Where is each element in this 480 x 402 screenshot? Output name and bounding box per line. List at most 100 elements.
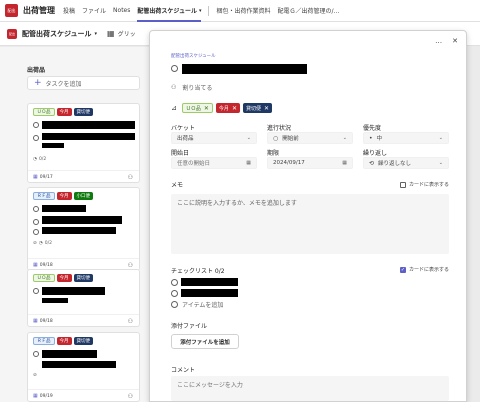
task-card[interactable]: ＵＯ品 今月 貸切便 ◔ 0/2 ▦ 09/17 ⚇ (27, 103, 140, 183)
complete-radio[interactable] (33, 122, 39, 128)
app-title: 出荷管理 (23, 6, 55, 15)
tab-shipping-management[interactable]: 配電Ｇ／出荷管理の/... (278, 0, 340, 22)
checklist-item-radio[interactable] (171, 279, 178, 286)
label-chip: 小口便 (73, 192, 93, 200)
due-date-value: 09/18 (39, 262, 53, 268)
checklist-label: チェックリスト 0/2 (171, 268, 225, 275)
due-date-label: 期限 (267, 150, 280, 157)
checklist-show-on-card[interactable]: ✓ カードに表示する (400, 266, 449, 273)
checklist-radio[interactable] (33, 219, 39, 225)
checklist-radio[interactable] (33, 229, 39, 235)
tab-notes[interactable]: Notes (113, 0, 130, 22)
repeat-label: 繰り返し (363, 150, 388, 157)
tab-files[interactable]: ファイル (82, 0, 106, 22)
assign-icon[interactable]: ⚇ (128, 174, 133, 181)
due-date-value: 09/18 (39, 318, 53, 324)
board: 出荷品 + タスクを追加 ＵＯ品 今月 貸切便 ◔ 0/2 ▦ 09/17 ⚇ ＲＦ… (0, 47, 150, 402)
calendar-icon: ▦ (33, 318, 38, 324)
redacted-item (42, 143, 64, 148)
plan-name[interactable]: 配管出荷スケジュール (22, 29, 92, 39)
card-labels: ＵＯ品 今月 貸切便 (33, 108, 93, 116)
priority-select[interactable]: • 中 ⌄ (363, 132, 449, 144)
checklist-item-radio[interactable] (171, 290, 178, 297)
tab-schedule[interactable]: 配管出荷スケジュール ▾ (137, 0, 202, 22)
checklist-radio[interactable] (33, 135, 39, 141)
label-chip: 今月 (56, 337, 72, 345)
card-labels: ＲＦ品 今月 貸切便 (33, 337, 93, 345)
due-date: ▦ 09/18 (33, 262, 53, 268)
task-card[interactable]: ＲＦ品 今月 貸切便 ⊘ ▦ 09/19 ⚇ (27, 332, 140, 402)
add-checklist-item[interactable]: アイテムを追加 (171, 300, 223, 309)
add-item-label: アイテムを追加 (182, 302, 224, 309)
redacted-title (42, 205, 86, 212)
tab-divider (208, 5, 210, 16)
assign-icon[interactable]: ⚇ (128, 393, 133, 400)
app-header: 配出 出荷管理 投稿 ファイル Notes 配管出荷スケジュール ▾ 梱包・出荷作… (0, 0, 480, 22)
progress-label: 進行状況 (267, 125, 292, 132)
label-chip: 今月 (56, 108, 72, 116)
bucket-title: 出荷品 (27, 67, 46, 74)
priority-medium-icon: • (369, 134, 373, 142)
bucket-select[interactable]: 出荷品 ⌄ (171, 132, 257, 144)
not-started-icon: ○ (273, 134, 279, 142)
checklist-progress-value: 0/2 (44, 241, 52, 246)
checklist-progress: ⊘ ◔ 0/2 (33, 241, 52, 246)
bucket-label: バケット (171, 125, 196, 132)
complete-radio[interactable] (33, 351, 39, 357)
assign-icon[interactable]: ⚇ (128, 318, 133, 325)
notes-textarea[interactable]: ここに説明を入力するか、メモを追加します (171, 194, 449, 254)
task-details-panel: … ✕ 配管出荷スケジュール ⚇ 割り当てる ⊿ ＵＯ品 ✕ 今月 ✕ 貸切便 ✕ バ… (149, 30, 467, 402)
add-attachment-button[interactable]: 添付ファイルを追加 (171, 334, 239, 349)
due-date-input[interactable]: 2024/09/17 ▦ (267, 157, 353, 169)
tab-posts[interactable]: 投稿 (63, 0, 75, 22)
calendar-icon: ▦ (33, 393, 38, 399)
priority-value: 中 (376, 136, 383, 142)
chevron-down-icon: ⌄ (246, 135, 251, 141)
grid-view-button[interactable]: ▦ グリッ (107, 29, 136, 38)
chevron-down-icon[interactable]: ▾ (95, 31, 98, 37)
redacted-title (42, 121, 135, 129)
notes-label: メモ (171, 182, 184, 189)
task-card[interactable]: ＵＯ品 今月 貸切便 ▦ 09/18 ⚇ (27, 269, 140, 327)
checkbox[interactable] (400, 181, 406, 188)
redacted-checklist-item[interactable] (181, 289, 238, 297)
tab-schedule-label: 配管出荷スケジュール (137, 8, 197, 15)
complete-radio[interactable] (33, 288, 39, 294)
panel-actions: … ✕ (435, 37, 458, 45)
show-on-card-label: カードに表示する (409, 182, 450, 188)
more-options-icon[interactable]: … (435, 37, 442, 45)
checklist-progress-value: 0/2 (38, 157, 47, 162)
add-task-label: タスクを追加 (45, 80, 82, 88)
tab-packing-docs[interactable]: 梱包・出荷作業資料 (216, 0, 270, 22)
close-icon[interactable]: ✕ (452, 37, 458, 45)
comment-input[interactable]: ここにメッセージを入力 (171, 376, 449, 401)
calendar-icon: ▦ (33, 174, 38, 180)
breadcrumb[interactable]: 配管出荷スケジュール (171, 53, 216, 59)
start-date-input[interactable]: 任意の開始日 ▦ (171, 157, 257, 169)
notes-show-on-card[interactable]: カードに表示する (400, 181, 449, 188)
redacted-checklist-item[interactable] (181, 278, 238, 286)
remove-label-icon[interactable]: ✕ (204, 105, 209, 112)
task-card[interactable]: ＲＦ品 今月 小口便 ⊘ ◔ 0/2 ▦ 09/18 ⚇ (27, 187, 140, 271)
assign-icon[interactable]: ⚇ (128, 262, 133, 269)
label-tag-text: 今月 (218, 105, 229, 112)
card-footer: ▦ 09/19 ⚇ (28, 389, 139, 401)
label-tag: 今月 ✕ (215, 103, 240, 113)
assign-row[interactable]: ⚇ 割り当てる (171, 83, 212, 92)
repeat-select[interactable]: ⟲ 繰り返しなし ⌄ (363, 157, 449, 169)
chevron-down-icon: ▾ (198, 7, 202, 14)
grid-view-label: グリッ (117, 31, 136, 38)
remove-label-icon[interactable]: ✕ (232, 105, 237, 112)
complete-radio[interactable] (33, 206, 39, 212)
label-chip: ＲＦ品 (33, 192, 55, 200)
redacted-item (42, 361, 116, 368)
label-chip: 貸切便 (73, 274, 93, 282)
label-tag-text: ＵＯ品 (185, 105, 201, 112)
attachment-icon: ⊘ (33, 241, 37, 246)
redacted-task-title[interactable] (182, 64, 307, 74)
checked-checkbox-icon[interactable]: ✓ (400, 266, 406, 273)
remove-label-icon[interactable]: ✕ (264, 105, 269, 112)
add-task-button[interactable]: + タスクを追加 (27, 76, 140, 90)
complete-radio[interactable] (171, 65, 178, 72)
progress-select[interactable]: ○ 開始前 ⌄ (267, 132, 353, 144)
